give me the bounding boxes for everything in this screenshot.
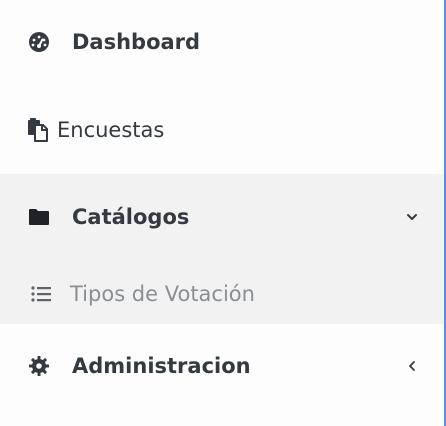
sidebar-item-label: Dashboard — [72, 30, 201, 54]
chevron-left-icon[interactable] — [404, 358, 420, 374]
sidebar-item-encuestas[interactable]: Encuestas — [0, 106, 444, 154]
sidebar-item-label: Tipos de Votación — [70, 282, 255, 306]
sidebar-item-label: Catálogos — [72, 205, 190, 229]
gear-icon — [28, 355, 50, 377]
sidebar-item-catalogos[interactable]: Catálogos — [0, 193, 444, 241]
list-icon — [30, 283, 52, 305]
chevron-down-icon[interactable] — [404, 209, 420, 225]
sidebar-item-label: Administracion — [72, 354, 251, 378]
copy-documents-icon — [27, 118, 49, 142]
sidebar-panel: Dashboard Encuestas Catálogos Tipos de V… — [0, 0, 446, 426]
folder-icon — [28, 206, 50, 228]
sidebar-item-administracion[interactable]: Administracion — [0, 342, 444, 390]
sidebar-item-label: Encuestas — [57, 118, 165, 142]
sidebar-subitem-tipos-de-votacion[interactable]: Tipos de Votación — [0, 272, 444, 316]
sidebar-item-dashboard[interactable]: Dashboard — [0, 18, 444, 66]
tachometer-icon — [28, 31, 50, 53]
